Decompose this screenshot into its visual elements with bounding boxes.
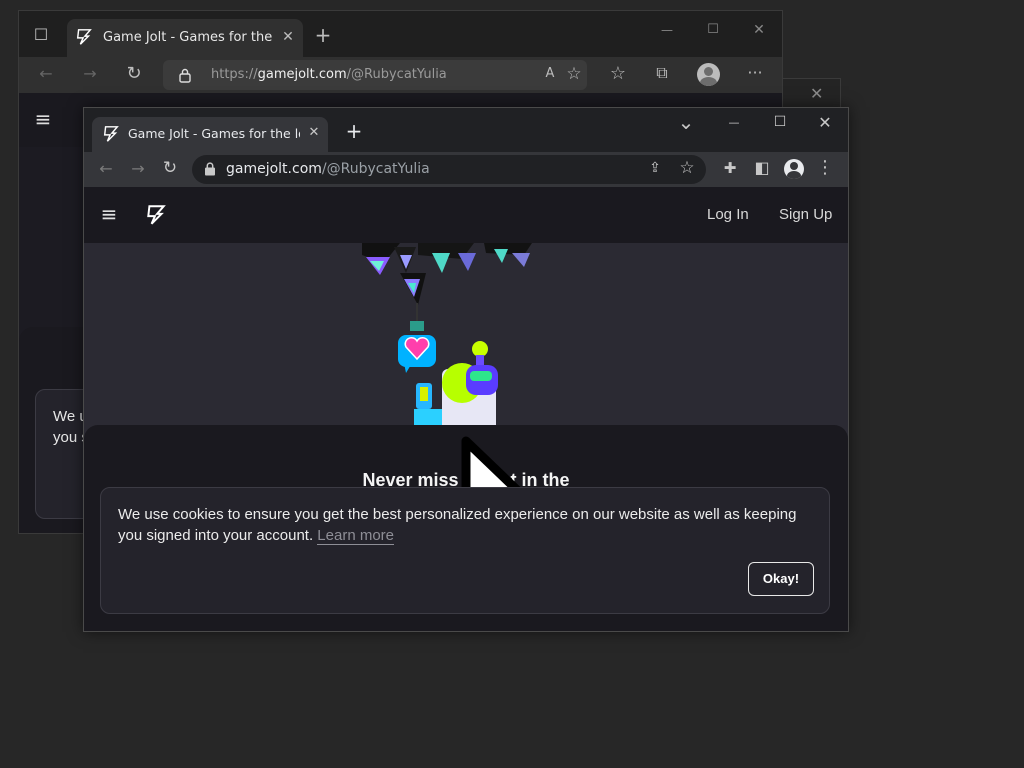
- learn-more-link[interactable]: Learn more: [317, 527, 395, 545]
- chrome-back-icon[interactable]: ←: [96, 159, 116, 178]
- chrome-tab-bar: Game Jolt - Games for the love o ✕ + ⌄ —…: [84, 108, 848, 152]
- chrome-tab-close-icon[interactable]: ✕: [306, 125, 322, 140]
- chrome-close-icon[interactable]: ✕: [815, 113, 835, 132]
- gamejolt-top-nav: ≡ Log In Sign Up: [84, 187, 848, 243]
- tab-search-chevron-icon[interactable]: ⌄: [676, 110, 696, 134]
- chrome-url-path: /@RubycatYulia: [321, 161, 430, 177]
- edge-tab-close-icon[interactable]: ✕: [279, 29, 297, 45]
- edge-lock-icon: [179, 68, 191, 83]
- heart-speech-bubble: [398, 335, 436, 373]
- edge-url-text: https://gamejolt.com/@RubycatYulia: [211, 67, 447, 82]
- edge-maximize-icon[interactable]: ☐: [703, 22, 723, 37]
- gamejolt-page: ≡ Log In Sign Up Never miss in the We us…: [84, 187, 848, 631]
- edge-site-menu-icon[interactable]: ≡: [33, 107, 53, 131]
- edge-url-path: /@RubycatYulia: [346, 67, 447, 82]
- favorites-icon[interactable]: ☆: [607, 63, 629, 84]
- sidebar-icon[interactable]: ☐: [31, 25, 51, 44]
- gamejolt-favicon-icon: [76, 29, 92, 45]
- chrome-maximize-icon[interactable]: ☐: [770, 114, 790, 130]
- edge-url-domain: gamejolt.com: [257, 67, 347, 82]
- edge-url-prefix: https://: [211, 67, 258, 82]
- chrome-url-domain: gamejolt.com: [226, 161, 322, 177]
- cookie-consent-banner: We use cookies to ensure you get the bes…: [100, 487, 830, 614]
- edge-tab-title: Game Jolt - Games for the love o: [103, 30, 273, 45]
- chrome-lock-icon: [205, 162, 215, 176]
- cookie-message: We use cookies to ensure you get the bes…: [118, 504, 808, 546]
- chrome-omnibox[interactable]: gamejolt.com/@RubycatYulia ⇪ ☆: [192, 155, 706, 184]
- edge-address-bar: ← → ↻ https://gamejolt.com/@RubycatYulia…: [19, 57, 782, 93]
- edge-tab-gamejolt[interactable]: Game Jolt - Games for the love o ✕: [67, 19, 303, 57]
- bookmark-star-icon[interactable]: ☆: [678, 158, 696, 178]
- share-icon[interactable]: ⇪: [646, 160, 664, 176]
- chrome-forward-icon[interactable]: →: [128, 159, 148, 178]
- add-favorite-icon[interactable]: ☆: [565, 64, 583, 84]
- edge-back-icon[interactable]: ←: [35, 64, 57, 83]
- gamejolt-logo-icon[interactable]: [145, 204, 167, 226]
- hanging-mascot-illustration: [362, 243, 532, 433]
- signup-link[interactable]: Sign Up: [779, 206, 832, 223]
- site-menu-icon[interactable]: ≡: [98, 202, 120, 226]
- edge-tab-bar: ☐ Game Jolt - Games for the love o ✕ + —…: [19, 11, 782, 57]
- edge-reload-icon[interactable]: ↻: [123, 63, 145, 84]
- cookie-okay-button[interactable]: Okay!: [748, 562, 814, 596]
- chrome-minimize-icon[interactable]: —: [724, 116, 744, 129]
- edge-url-field[interactable]: https://gamejolt.com/@RubycatYulia A ☆: [163, 60, 587, 90]
- chrome-new-tab-icon[interactable]: +: [342, 119, 366, 143]
- chrome-more-icon[interactable]: ⋮: [816, 157, 834, 178]
- read-aloud-icon[interactable]: A: [541, 66, 559, 81]
- extensions-puzzle-icon[interactable]: ✚: [720, 159, 740, 177]
- chrome-url-text: gamejolt.com/@RubycatYulia: [226, 161, 430, 177]
- chrome-toolbar: ← → ↻ gamejolt.com/@RubycatYulia ⇪ ☆ ✚ ◧…: [84, 152, 848, 187]
- gamejolt-favicon-icon: [103, 126, 119, 142]
- side-panel-icon[interactable]: ◧: [752, 158, 772, 177]
- bunting-flags: [362, 243, 532, 305]
- chrome-tab-title: Game Jolt - Games for the love o: [128, 126, 300, 141]
- edge-more-icon[interactable]: ···: [743, 63, 767, 82]
- chrome-tab-gamejolt[interactable]: Game Jolt - Games for the love o ✕: [92, 117, 328, 152]
- edge-close-icon[interactable]: ✕: [749, 22, 769, 38]
- edge-forward-icon[interactable]: →: [79, 64, 101, 83]
- collections-icon[interactable]: ⧉: [651, 63, 673, 83]
- chrome-reload-icon[interactable]: ↻: [160, 158, 180, 178]
- background-close-icon[interactable]: ✕: [810, 84, 823, 103]
- chrome-profile-icon[interactable]: [784, 159, 804, 179]
- edge-minimize-icon[interactable]: —: [657, 23, 677, 37]
- cookie-text: We use cookies to ensure you get the bes…: [118, 506, 797, 544]
- edge-profile-avatar[interactable]: [697, 63, 720, 86]
- chrome-browser-window: Game Jolt - Games for the love o ✕ + ⌄ —…: [83, 107, 849, 632]
- edge-new-tab-icon[interactable]: +: [311, 23, 335, 47]
- login-link[interactable]: Log In: [707, 206, 749, 223]
